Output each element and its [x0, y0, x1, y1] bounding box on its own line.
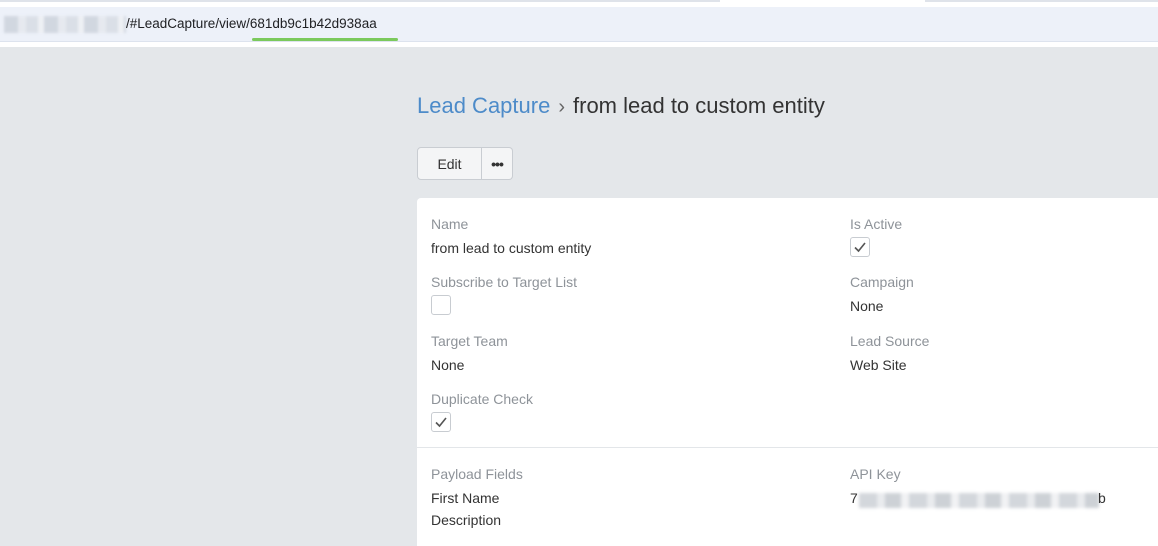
- field-api-key: API Key 7 b: [850, 466, 1110, 509]
- field-label: API Key: [850, 466, 901, 482]
- field-label: Duplicate Check: [431, 391, 533, 407]
- main-content: Lead Capture › from lead to custom entity …: [0, 47, 1158, 546]
- breadcrumb-link-lead-capture[interactable]: Lead Capture: [417, 93, 550, 118]
- section-divider: [417, 447, 1158, 448]
- field-label: Is Active: [850, 216, 903, 232]
- api-key-value: 7 b: [850, 487, 1110, 509]
- field-campaign: Campaign None: [850, 274, 914, 314]
- page-title: from lead to custom entity: [573, 93, 825, 118]
- is-active-checkbox[interactable]: [850, 237, 870, 257]
- tab-strip-segment: [925, 0, 1158, 2]
- field-label: Target Team: [431, 333, 508, 349]
- api-key-prefix: 7: [850, 490, 858, 506]
- field-name: Name from lead to custom entity: [431, 216, 591, 256]
- browser-top-strip: [0, 0, 1158, 7]
- checkmark-icon: [435, 417, 447, 428]
- payload-field-item: Description: [431, 512, 502, 528]
- edit-button[interactable]: Edit: [417, 147, 482, 180]
- breadcrumb: Lead Capture › from lead to custom entity: [417, 93, 825, 119]
- field-value: None: [431, 357, 465, 373]
- field-is-active: Is Active: [850, 216, 902, 257]
- field-target-team: Target Team None: [431, 333, 508, 373]
- field-label: Payload Fields: [431, 466, 523, 482]
- payload-field-item: First Name: [431, 490, 500, 506]
- api-key-suffix: b: [1098, 490, 1106, 506]
- field-value: Web Site: [850, 357, 907, 373]
- redacted-api-key: [859, 493, 1099, 508]
- duplicate-check-checkbox[interactable]: [431, 412, 451, 432]
- field-payload-fields: Payload Fields First Name Description: [431, 466, 523, 531]
- breadcrumb-separator: ›: [558, 96, 565, 118]
- field-label: Subscribe to Target List: [431, 274, 578, 290]
- field-value: None: [850, 298, 884, 314]
- action-button-group: Edit •••: [417, 147, 513, 180]
- field-value: from lead to custom entity: [431, 240, 592, 256]
- address-bar[interactable]: /#LeadCapture/view/681db9c1b42d938aa: [0, 7, 1158, 42]
- field-label: Name: [431, 216, 469, 232]
- field-duplicate-check: Duplicate Check: [431, 391, 533, 432]
- redacted-host: [4, 16, 126, 33]
- subscribe-checkbox[interactable]: [431, 295, 451, 315]
- field-label: Campaign: [850, 274, 914, 290]
- field-label: Lead Source: [850, 333, 930, 349]
- record-detail-panel: Name from lead to custom entity Is Activ…: [417, 198, 1158, 546]
- checkmark-icon: [854, 242, 866, 253]
- more-actions-button[interactable]: •••: [482, 147, 513, 180]
- field-lead-source: Lead Source Web Site: [850, 333, 929, 373]
- field-subscribe-target-list: Subscribe to Target List: [431, 274, 577, 315]
- tab-strip-segment: [0, 0, 720, 2]
- url-path[interactable]: /#LeadCapture/view/681db9c1b42d938aa: [126, 16, 377, 31]
- url-highlight-underline: [252, 38, 398, 41]
- ellipsis-icon: •••: [491, 155, 504, 172]
